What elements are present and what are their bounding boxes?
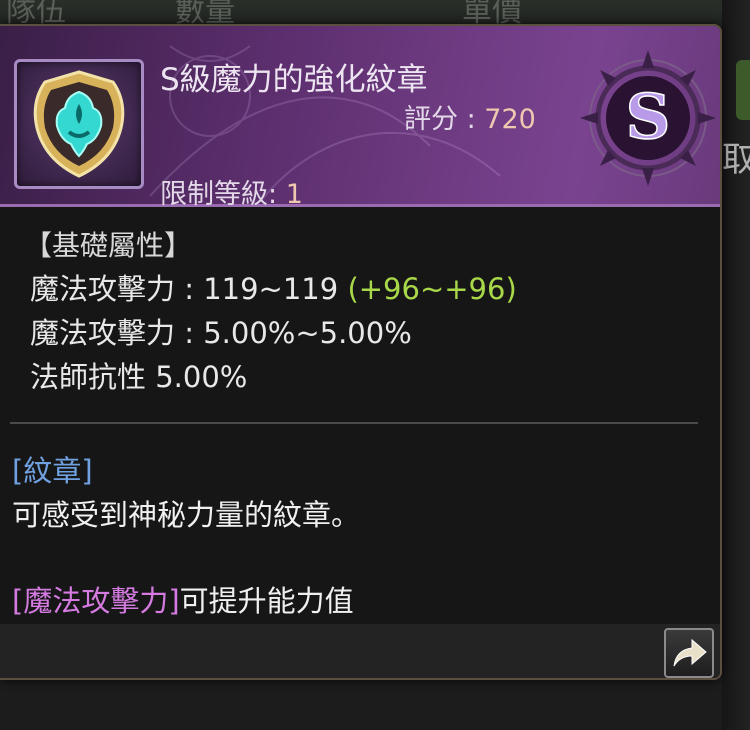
share-arrow-icon	[673, 638, 707, 667]
stat-line: 法師抗性 5.00%	[30, 354, 247, 396]
level-requirement: 限制等級: 1	[160, 172, 303, 211]
score-value: 720	[484, 104, 536, 135]
level-value: 1	[285, 179, 303, 210]
grade-letter: S	[626, 80, 671, 153]
grade-s-icon: S	[580, 50, 716, 186]
stat-bonus: (+96~+96)	[347, 272, 517, 306]
tooltip-header: S級魔力的強化紋章 評分 : 720 限制等級: 1 S	[0, 26, 720, 210]
background-green-button[interactable]	[736, 60, 750, 120]
item-tooltip: S級魔力的強化紋章 評分 : 720 限制等級: 1 S 【基礎屬性】 魔法攻擊…	[0, 24, 722, 680]
stats-title: 【基礎屬性】	[24, 229, 193, 262]
effect-text: 可提升能力值	[179, 584, 354, 618]
score-label: 評分 :	[404, 104, 485, 135]
item-icon-frame	[14, 59, 144, 189]
description-tag: [紋章]	[12, 454, 93, 488]
stat-text: 魔法攻擊力 : 5.00%~5.00%	[30, 316, 412, 350]
emblem-icon	[33, 70, 125, 178]
tooltip-footer	[0, 624, 720, 678]
stat-text: 法師抗性 5.00%	[30, 360, 248, 394]
stat-line: 魔法攻擊力 : 119~119 (+96~+96)	[30, 266, 517, 308]
item-name: S級魔力的強化紋章	[160, 62, 428, 98]
effect-line: [魔法攻擊力]可提升能力值	[12, 578, 354, 620]
share-button[interactable]	[664, 628, 714, 678]
stat-text: 魔法攻擊力 : 119~119	[30, 272, 348, 306]
background-right-text: 取	[722, 140, 750, 180]
effect-tag: [魔法攻擊力]	[12, 584, 180, 618]
stat-line: 魔法攻擊力 : 5.00%~5.00%	[30, 310, 412, 352]
description-text: 可感受到神秘力量的紋章。	[12, 498, 361, 532]
section-divider	[10, 422, 698, 424]
level-label: 限制等級:	[160, 179, 286, 210]
item-score: 評分 : 720	[404, 97, 536, 136]
